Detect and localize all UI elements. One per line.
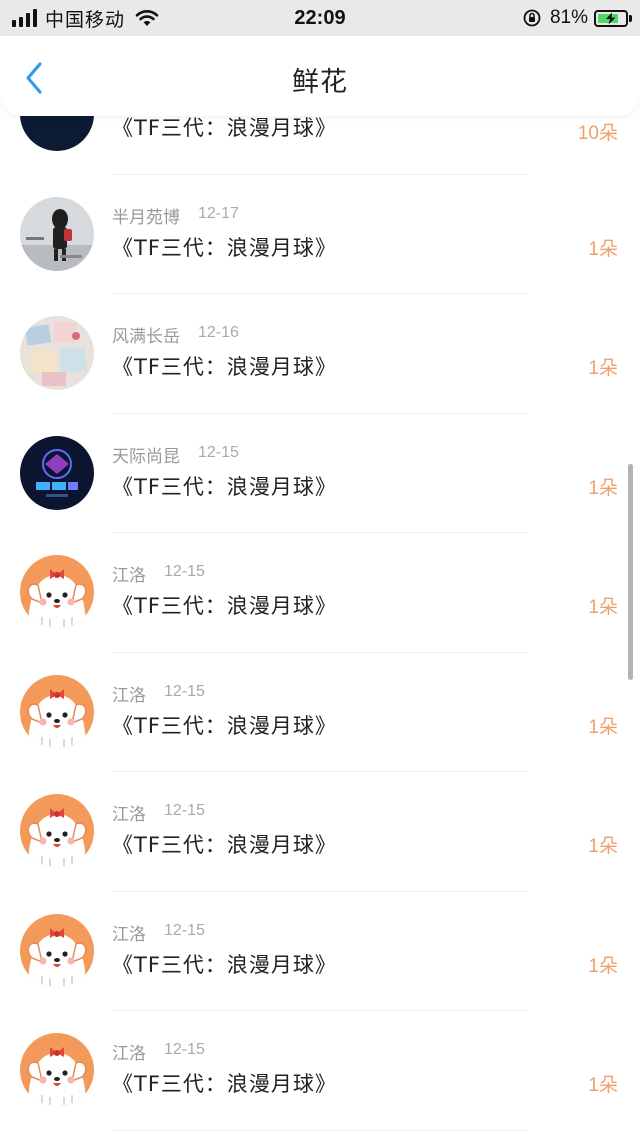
item-meta: 江洛 12-15 — [112, 920, 205, 945]
item-meta: 江洛 12-15 — [112, 1039, 205, 1064]
user-name: 江洛 — [112, 685, 146, 706]
item-meta: 江洛 12-15 — [112, 800, 205, 825]
flower-count: 1朵 — [588, 358, 618, 379]
user-name: 江洛 — [112, 805, 146, 825]
book-title: 《TF三代：浪漫月球》 — [112, 713, 337, 738]
user-avatar[interactable] — [20, 913, 94, 988]
flower-count: 1朵 — [588, 955, 618, 977]
battery-icon — [594, 9, 628, 27]
divider — [112, 1129, 528, 1131]
item-meta: 江洛 12-15 — [112, 681, 205, 706]
item-date: 12-15 — [198, 443, 239, 461]
list-item[interactable]: 半月苑博 12-17 《TF三代：浪漫月球》 1朵 — [0, 175, 640, 294]
flower-count: 1朵 — [588, 477, 618, 499]
flower-list[interactable]: 《TF三代：浪漫月球》 10朵 半月苑博 12-17 《TF三代：浪漫月球》 1朵 风满长岳… — [0, 116, 640, 1139]
list-item[interactable]: 江洛 12-15 《TF三代：浪漫月球》 1朵 — [0, 892, 640, 1011]
user-avatar[interactable] — [20, 794, 94, 868]
user-name: 江洛 — [112, 1044, 146, 1064]
item-date: 12-15 — [164, 563, 205, 580]
user-avatar[interactable] — [20, 674, 94, 749]
book-title: 《TF三代：浪漫月球》 — [112, 1072, 337, 1096]
item-date: 12-17 — [198, 204, 239, 222]
item-date: 12-15 — [164, 921, 205, 939]
user-avatar[interactable] — [20, 1033, 94, 1107]
list-item[interactable]: 江洛 12-15 《TF三代：浪漫月球》 1朵 — [0, 533, 640, 653]
item-date: 12-15 — [164, 802, 205, 819]
page-title: 鲜花 — [292, 67, 348, 98]
status-right: 81% — [522, 6, 632, 30]
book-title: 《TF三代：浪漫月球》 — [112, 594, 337, 618]
flower-count: 10朵 — [577, 123, 618, 144]
book-title: 《TF三代：浪漫月球》 — [112, 355, 337, 379]
flower-list-items: 《TF三代：浪漫月球》 10朵 半月苑博 12-17 《TF三代：浪漫月球》 1朵 风满长岳… — [0, 116, 640, 1131]
flower-count: 1朵 — [588, 1075, 618, 1096]
user-avatar[interactable] — [20, 116, 94, 151]
scrollbar[interactable] — [628, 464, 633, 680]
book-title: 《TF三代：浪漫月球》 — [112, 116, 337, 140]
user-avatar[interactable] — [20, 316, 94, 390]
rotation-lock-icon — [523, 9, 541, 27]
book-title: 《TF三代：浪漫月球》 — [112, 235, 337, 260]
item-date: 12-15 — [164, 1041, 205, 1058]
book-title: 《TF三代：浪漫月球》 — [112, 952, 337, 977]
user-avatar[interactable] — [20, 435, 94, 510]
book-title: 《TF三代：浪漫月球》 — [112, 474, 337, 499]
user-avatar[interactable] — [20, 196, 94, 271]
user-avatar[interactable] — [20, 555, 94, 629]
item-meta: 半月苑博 12-17 — [112, 203, 239, 228]
book-title: 《TF三代：浪漫月球》 — [112, 833, 337, 857]
user-name: 风满长岳 — [112, 327, 180, 347]
flower-count: 1朵 — [588, 836, 618, 857]
battery-percent: 81% — [549, 7, 588, 28]
item-date: 12-16 — [198, 324, 239, 341]
user-name: 半月苑博 — [112, 207, 180, 228]
list-item[interactable]: 风满长岳 12-16 《TF三代：浪漫月球》 1朵 — [0, 294, 640, 414]
item-meta: 江洛 12-15 — [112, 561, 205, 586]
nav-bar: 鲜花 — [0, 36, 640, 116]
user-name: 江洛 — [112, 924, 146, 945]
flower-count: 1朵 — [588, 716, 618, 738]
list-item[interactable]: 江洛 12-15 《TF三代：浪漫月球》 1朵 — [0, 772, 640, 892]
status-bar: 中国移动 22:09 81% — [0, 0, 640, 36]
list-item[interactable]: 江洛 12-15 《TF三代：浪漫月球》 1朵 — [0, 653, 640, 772]
user-name: 天际尚昆 — [112, 446, 180, 467]
item-meta: 天际尚昆 12-15 — [112, 442, 239, 467]
item-date: 12-15 — [164, 682, 205, 700]
list-item[interactable]: 天际尚昆 12-15 《TF三代：浪漫月球》 1朵 — [0, 414, 640, 533]
flower-count: 1朵 — [588, 597, 618, 618]
list-item[interactable]: 《TF三代：浪漫月球》 10朵 — [0, 116, 640, 175]
list-item[interactable]: 江洛 12-15 《TF三代：浪漫月球》 1朵 — [0, 1011, 640, 1131]
battery-cap — [629, 14, 632, 22]
user-name: 江洛 — [112, 566, 146, 586]
flower-count: 1朵 — [588, 238, 618, 260]
item-meta: 风满长岳 12-16 — [112, 322, 239, 347]
